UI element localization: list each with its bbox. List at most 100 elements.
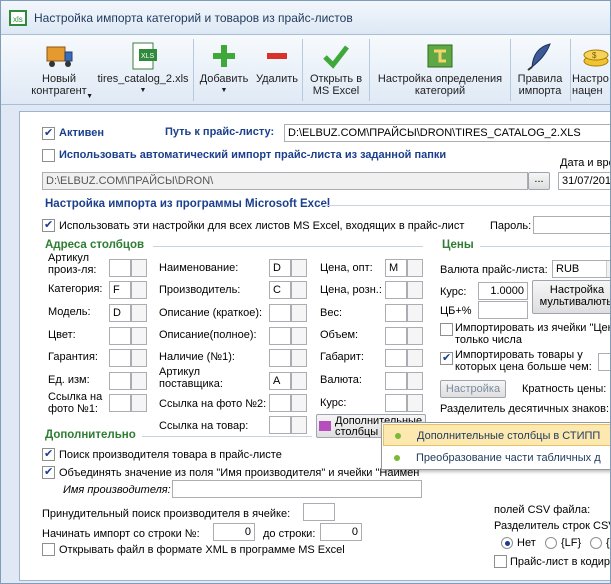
separator-none-radio[interactable] — [501, 537, 513, 549]
stock-column-dropdown[interactable] — [291, 349, 307, 367]
photo1-column-dropdown[interactable] — [131, 394, 147, 412]
file-selector-button[interactable]: XLS tires_catalog_2.xls ▼ — [95, 37, 191, 103]
model-column-dropdown[interactable] — [131, 304, 147, 322]
color-column-field[interactable] — [109, 327, 131, 345]
unit-column-field[interactable] — [109, 372, 131, 390]
open-xml-checkbox[interactable] — [42, 543, 55, 556]
rate-field[interactable]: 1.0000 — [478, 282, 528, 300]
new-contractor-button[interactable]: Новый контрагент ▼ — [23, 37, 95, 103]
menu-item-table-transform[interactable]: Преобразование части табличных д — [383, 447, 610, 469]
stock-label: Наличие (№1): — [159, 351, 235, 363]
extra-columns-menu: Дополнительные столбцы в СТИПП Преобразо… — [381, 422, 610, 470]
category-column-field[interactable]: F — [109, 281, 131, 299]
currency-column-field[interactable] — [385, 372, 407, 390]
path-field[interactable]: D:\ELBUZ.COM\ПРАЙСЫ\DRON\TIRES_CATALOG_2… — [284, 124, 610, 142]
menu-item-extra-columns[interactable]: Дополнительные столбцы в СТИПП — [383, 424, 610, 446]
auto-import-checkbox[interactable] — [42, 149, 55, 162]
manufacturer-name-field[interactable] — [172, 480, 422, 498]
title-bar: xls Настройка импорта категорий и товаро… — [1, 1, 610, 35]
main-window: xls Настройка импорта категорий и товаро… — [0, 0, 611, 584]
manufacturer-column-dropdown[interactable] — [291, 281, 307, 299]
settings-button[interactable]: Настройка — [440, 380, 506, 398]
import-rules-button[interactable]: Правила импорта — [512, 37, 568, 103]
search-manufacturer-label: Поиск производителя товара в прайс-листе — [59, 449, 282, 461]
rate-column-dropdown[interactable] — [407, 394, 423, 412]
name-column-field[interactable]: D — [269, 259, 291, 277]
start-row-field[interactable]: 0 — [213, 523, 255, 541]
import-over-price-label: Импортировать товары у которых цена боль… — [455, 349, 592, 373]
volume-column-field[interactable] — [385, 327, 407, 345]
desc-short-column-field[interactable] — [269, 304, 291, 322]
rate-column-field[interactable] — [385, 394, 407, 412]
color-column-dropdown[interactable] — [131, 327, 147, 345]
combine-values-checkbox[interactable] — [42, 465, 55, 479]
warranty-column-dropdown[interactable] — [131, 349, 147, 367]
name-column-dropdown[interactable] — [291, 259, 307, 277]
photo2-column-dropdown[interactable] — [291, 394, 307, 412]
separator-lf-radio[interactable] — [545, 537, 557, 549]
import-over-price-checkbox[interactable] — [440, 351, 453, 365]
import-from-cell-checkbox[interactable] — [440, 323, 453, 336]
multicurrency-button[interactable]: Настройка мультивалюты — [532, 280, 610, 314]
supplier-article-column-dropdown[interactable] — [291, 372, 307, 390]
desc-full-label: Описание(полное): — [159, 329, 257, 341]
currency-column-dropdown[interactable] — [407, 372, 423, 390]
desc-short-label: Описание (краткое): — [159, 307, 263, 319]
start-row-label: Начинать импорт со строки №: — [42, 528, 200, 540]
svg-text:xls: xls — [13, 15, 23, 24]
forced-search-field[interactable] — [303, 503, 335, 521]
date-field[interactable]: 31/07/2015 — [558, 172, 610, 190]
supplier-article-column-field[interactable]: A — [269, 372, 291, 390]
cb-percent-field[interactable] — [478, 301, 528, 319]
password-label: Пароль: — [490, 220, 532, 232]
currency-list-label: Валюта прайс-листа: — [440, 264, 548, 276]
category-settings-button[interactable]: Настройка определения категорий — [371, 37, 509, 103]
category-column-dropdown[interactable] — [131, 281, 147, 299]
to-row-field[interactable]: 0 — [320, 523, 362, 541]
currency-select[interactable]: RUB — [552, 260, 610, 278]
unit-column-dropdown[interactable] — [131, 372, 147, 390]
active-checkbox[interactable] — [42, 126, 55, 140]
currency-select-value: RUB — [556, 263, 580, 275]
price-wholesale-column-field[interactable]: M — [385, 259, 407, 277]
desc-full-column-field[interactable] — [269, 327, 291, 345]
article-column-field[interactable] — [109, 259, 131, 277]
model-column-field[interactable]: D — [109, 304, 131, 322]
manufacturer-column-field[interactable]: C — [269, 281, 291, 299]
desc-full-column-dropdown[interactable] — [291, 327, 307, 345]
encoding-checkbox[interactable] — [494, 555, 507, 568]
price-retail-column-field[interactable] — [385, 281, 407, 299]
price-retail-column-dropdown[interactable] — [407, 281, 423, 299]
cb-percent-label: ЦБ+% — [440, 305, 472, 317]
dimensions-column-dropdown[interactable] — [407, 349, 423, 367]
volume-column-dropdown[interactable] — [407, 327, 423, 345]
truck-icon — [46, 46, 73, 67]
excel-settings-title: Настройка импорта из программы Microsoft… — [45, 198, 331, 210]
add-button[interactable]: Добавить ▼ — [195, 37, 253, 103]
dimensions-column-field[interactable] — [385, 349, 407, 367]
product-link-column-field[interactable] — [269, 416, 291, 434]
min-price-field[interactable] — [598, 353, 610, 371]
markup-settings-button[interactable]: $ Настро нацен — [572, 37, 610, 103]
weight-column-field[interactable] — [385, 304, 407, 322]
auto-folder-field[interactable]: D:\ELBUZ.COM\ПРАЙСЫ\DRON\ — [42, 172, 528, 190]
stock-column-field[interactable] — [269, 349, 291, 367]
price-wholesale-column-dropdown[interactable] — [407, 259, 423, 277]
use-all-sheets-checkbox[interactable] — [42, 218, 55, 232]
warranty-column-field[interactable] — [109, 349, 131, 367]
delete-button[interactable]: Удалить — [253, 37, 301, 103]
menu-item-label: Преобразование части табличных д — [416, 452, 601, 464]
product-link-column-dropdown[interactable] — [291, 416, 307, 434]
photo2-column-field[interactable] — [269, 394, 291, 412]
unit-label: Ед. изм: — [48, 374, 90, 386]
browse-button[interactable]: ... — [528, 172, 550, 190]
photo1-column-field[interactable] — [109, 394, 131, 412]
article-column-dropdown[interactable] — [131, 259, 147, 277]
weight-column-dropdown[interactable] — [407, 304, 423, 322]
password-field[interactable] — [533, 216, 610, 234]
minus-icon — [267, 53, 287, 59]
open-excel-button[interactable]: Открыть в MS Excel — [304, 37, 368, 103]
separator-cr-radio[interactable] — [590, 537, 602, 549]
desc-short-column-dropdown[interactable] — [291, 304, 307, 322]
search-manufacturer-checkbox[interactable] — [42, 447, 55, 461]
